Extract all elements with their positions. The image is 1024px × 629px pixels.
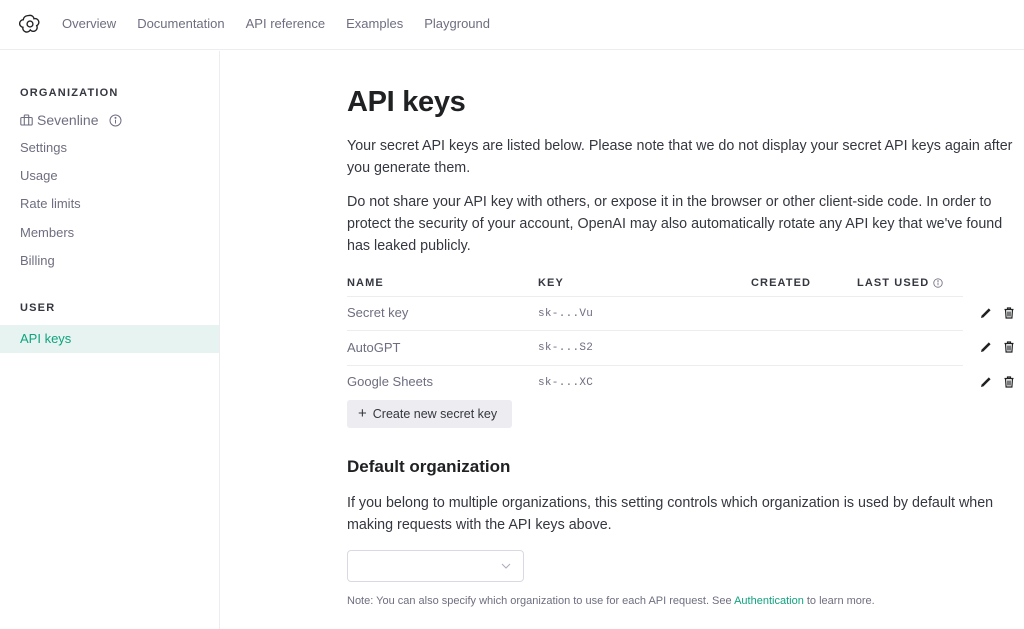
column-header-key: KEY xyxy=(538,277,564,289)
edit-icon[interactable] xyxy=(979,340,993,354)
key-value: sk-...Vu xyxy=(538,308,594,320)
nav-examples[interactable]: Examples xyxy=(346,16,403,32)
top-navbar: Overview Documentation API reference Exa… xyxy=(0,0,1024,50)
page-title: API keys xyxy=(347,86,466,118)
column-header-last-used: LAST USED xyxy=(857,277,943,289)
key-value: sk-...S2 xyxy=(538,342,594,354)
sidebar-org-name[interactable]: Sevenline xyxy=(20,112,122,128)
default-org-description: If you belong to multiple organizations,… xyxy=(347,495,994,533)
openai-logo-icon[interactable] xyxy=(19,13,41,35)
nav-playground[interactable]: Playground xyxy=(424,16,490,32)
note-suffix: to learn more. xyxy=(803,595,875,607)
last-used-label: LAST USED xyxy=(857,277,930,289)
edit-icon[interactable] xyxy=(979,306,993,320)
default-organization-select[interactable] xyxy=(347,550,524,582)
plus-icon: + xyxy=(358,405,367,422)
org-note: Note: You can also specify which organiz… xyxy=(347,595,875,607)
info-icon[interactable] xyxy=(109,114,122,127)
create-new-secret-key-button[interactable]: + Create new secret key xyxy=(347,400,512,428)
key-name: Google Sheets xyxy=(347,374,434,389)
table-divider xyxy=(347,365,963,366)
key-value: sk-...XC xyxy=(538,377,594,389)
org-name-label: Sevenline xyxy=(37,112,99,128)
sidebar-item-api-keys[interactable]: API keys xyxy=(0,325,219,353)
column-header-name: NAME xyxy=(347,277,384,289)
trash-icon[interactable] xyxy=(1002,306,1016,320)
trash-icon[interactable] xyxy=(1002,375,1016,389)
info-icon[interactable] xyxy=(933,278,943,288)
sidebar-item-rate-limits[interactable]: Rate limits xyxy=(20,196,81,212)
sidebar-heading-organization: ORGANIZATION xyxy=(20,87,119,99)
sidebar-item-usage[interactable]: Usage xyxy=(20,168,58,184)
main-nav: Overview Documentation API reference Exa… xyxy=(62,16,511,32)
organization-icon xyxy=(20,114,33,126)
default-organization-heading: Default organization xyxy=(347,457,511,476)
table-divider xyxy=(347,330,963,331)
intro-text: Your secret API keys are listed below. P… xyxy=(347,138,1013,176)
key-name: Secret key xyxy=(347,305,409,320)
warning-text: Do not share your API key with others, o… xyxy=(347,194,1003,254)
sidebar-item-billing[interactable]: Billing xyxy=(20,253,55,269)
authentication-link[interactable]: Authentication xyxy=(734,595,804,607)
sidebar-heading-user: USER xyxy=(20,302,56,314)
key-name: AutoGPT xyxy=(347,340,401,355)
note-prefix: Note: You can also specify which organiz… xyxy=(347,595,735,607)
table-divider xyxy=(347,296,963,297)
edit-icon[interactable] xyxy=(979,375,993,389)
chevron-down-icon xyxy=(501,563,511,569)
trash-icon[interactable] xyxy=(1002,340,1016,354)
nav-api-reference[interactable]: API reference xyxy=(246,16,326,32)
sidebar-item-settings[interactable]: Settings xyxy=(20,140,67,156)
nav-overview[interactable]: Overview xyxy=(62,16,116,32)
column-header-created: CREATED xyxy=(751,277,812,289)
create-button-label: Create new secret key xyxy=(372,407,498,421)
sidebar-item-members[interactable]: Members xyxy=(20,225,74,241)
nav-documentation[interactable]: Documentation xyxy=(137,16,224,32)
